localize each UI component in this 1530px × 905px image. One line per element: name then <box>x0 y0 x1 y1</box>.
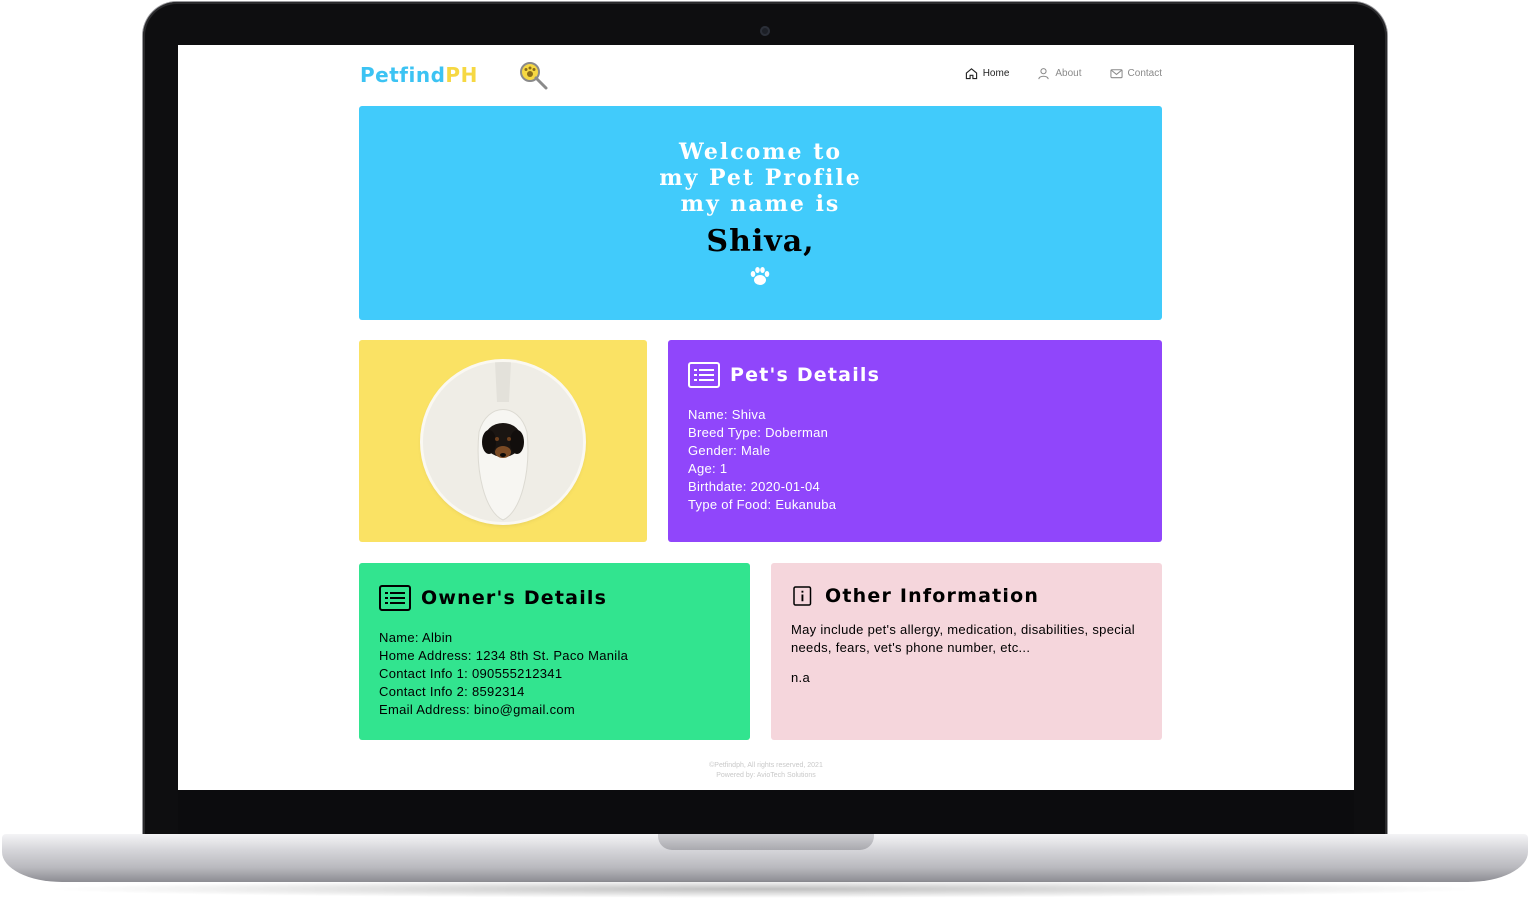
brand-logo[interactable]: PetfindPH <box>360 63 478 87</box>
mail-icon <box>1109 69 1123 79</box>
pet-details-card: Pet's Details Name: Shiva Breed Type: Do… <box>668 340 1162 542</box>
owner-details-card: Owner's Details Name: Albin Home Address… <box>359 563 750 740</box>
detail-value: Doberman <box>765 425 829 440</box>
hero-welcome-text: Welcome to my Pet Profile my name is <box>359 139 1162 217</box>
laptop-shadow <box>40 880 1490 898</box>
dog-in-sling-image <box>423 362 583 522</box>
detail-value: bino@gmail.com <box>473 702 576 717</box>
detail-label: Home Address: <box>379 648 472 663</box>
other-info-heading: Other Information <box>791 583 1039 609</box>
nav-contact-label: Contact <box>1127 68 1162 79</box>
detail-row: Age: 1 <box>688 460 836 478</box>
detail-label: Contact Info 1: <box>379 666 469 681</box>
footer: ©Petfindph, All rights reserved, 2021 Po… <box>178 761 1354 781</box>
detail-row: Gender: Male <box>688 442 836 460</box>
detail-label: Breed Type: <box>688 425 762 440</box>
detail-row: Type of Food: Eukanuba <box>688 496 836 514</box>
nav-home[interactable]: Home <box>965 67 1010 80</box>
detail-value: Shiva <box>731 407 766 422</box>
footer-powered-by: Powered by: AvioTech Solutions <box>716 772 816 779</box>
hero-line-1: Welcome to <box>678 139 843 165</box>
detail-row: Birthdate: 2020-01-04 <box>688 478 836 496</box>
detail-value: 2020-01-04 <box>750 479 821 494</box>
list-icon <box>379 585 411 611</box>
laptop-notch <box>658 834 874 850</box>
detail-value: 1 <box>719 461 728 476</box>
detail-label: Age: <box>688 461 716 476</box>
magnifier-paw-icon <box>520 62 548 90</box>
other-info-card: Other Information May include pet's alle… <box>771 563 1162 740</box>
nav-about[interactable]: About <box>1037 67 1082 80</box>
hero-banner: Welcome to my Pet Profile my name is Shi… <box>359 106 1162 320</box>
laptop-bezel <box>178 790 1354 834</box>
pet-details-list: Name: Shiva Breed Type: Doberman Gender:… <box>688 406 836 514</box>
pet-name-heading: Shiva, <box>706 224 815 259</box>
nav-links: Home About Contact <box>965 67 1162 80</box>
info-icon <box>793 586 812 606</box>
detail-label: Contact Info 2: <box>379 684 469 699</box>
brand-name-part2: PH <box>445 63 478 87</box>
hero-line-2: my Pet Profile <box>659 165 862 191</box>
detail-label: Email Address: <box>379 702 470 717</box>
paw-icon <box>750 267 770 285</box>
footer-copyright: ©Petfindph, All rights reserved, 2021 <box>709 762 823 769</box>
nav-contact[interactable]: Contact <box>1109 67 1162 80</box>
browser-screen: PetfindPH Home About Contact Welcome to … <box>178 45 1354 790</box>
list-icon <box>688 362 720 388</box>
detail-row: Name: Albin <box>379 629 628 647</box>
top-nav: PetfindPH Home About Contact <box>360 59 1162 93</box>
other-info-title: Other Information <box>825 585 1040 607</box>
detail-label: Birthdate: <box>688 479 747 494</box>
detail-label: Name: <box>379 630 419 645</box>
detail-row: Email Address: bino@gmail.com <box>379 701 628 719</box>
other-info-description: May include pet's allergy, medication, d… <box>791 622 1135 655</box>
hero-line-3: my name is <box>680 191 841 217</box>
detail-value: Male <box>741 443 771 458</box>
home-icon <box>965 68 977 80</box>
owner-details-heading: Owner's Details <box>379 585 607 611</box>
pet-photo <box>423 362 583 522</box>
detail-row: Breed Type: Doberman <box>688 424 836 442</box>
detail-label: Name: <box>688 407 728 422</box>
webcam-icon <box>760 26 770 36</box>
owner-details-list: Name: Albin Home Address: 1234 8th St. P… <box>379 629 628 719</box>
detail-label: Gender: <box>688 443 738 458</box>
detail-row: Name: Shiva <box>688 406 836 424</box>
nav-about-label: About <box>1055 68 1082 79</box>
detail-label: Type of Food: <box>688 497 772 512</box>
other-info-value: n.a <box>791 670 810 685</box>
pet-details-heading: Pet's Details <box>688 362 880 388</box>
owner-details-title: Owner's Details <box>421 587 608 609</box>
detail-value: 8592314 <box>471 684 525 699</box>
detail-value: Albin <box>422 630 453 645</box>
detail-value: 1234 8th St. Paco Manila <box>475 648 629 663</box>
pet-photo-card <box>359 340 647 542</box>
detail-value: 090555212341 <box>471 666 563 681</box>
nav-home-label: Home <box>982 68 1010 79</box>
detail-row: Contact Info 2: 8592314 <box>379 683 628 701</box>
pet-details-title: Pet's Details <box>730 364 881 386</box>
detail-value: Eukanuba <box>775 497 837 512</box>
brand-name-part1: Petfind <box>360 63 446 87</box>
detail-row: Home Address: 1234 8th St. Paco Manila <box>379 647 628 665</box>
user-icon <box>1038 68 1050 80</box>
detail-row: Contact Info 1: 090555212341 <box>379 665 628 683</box>
